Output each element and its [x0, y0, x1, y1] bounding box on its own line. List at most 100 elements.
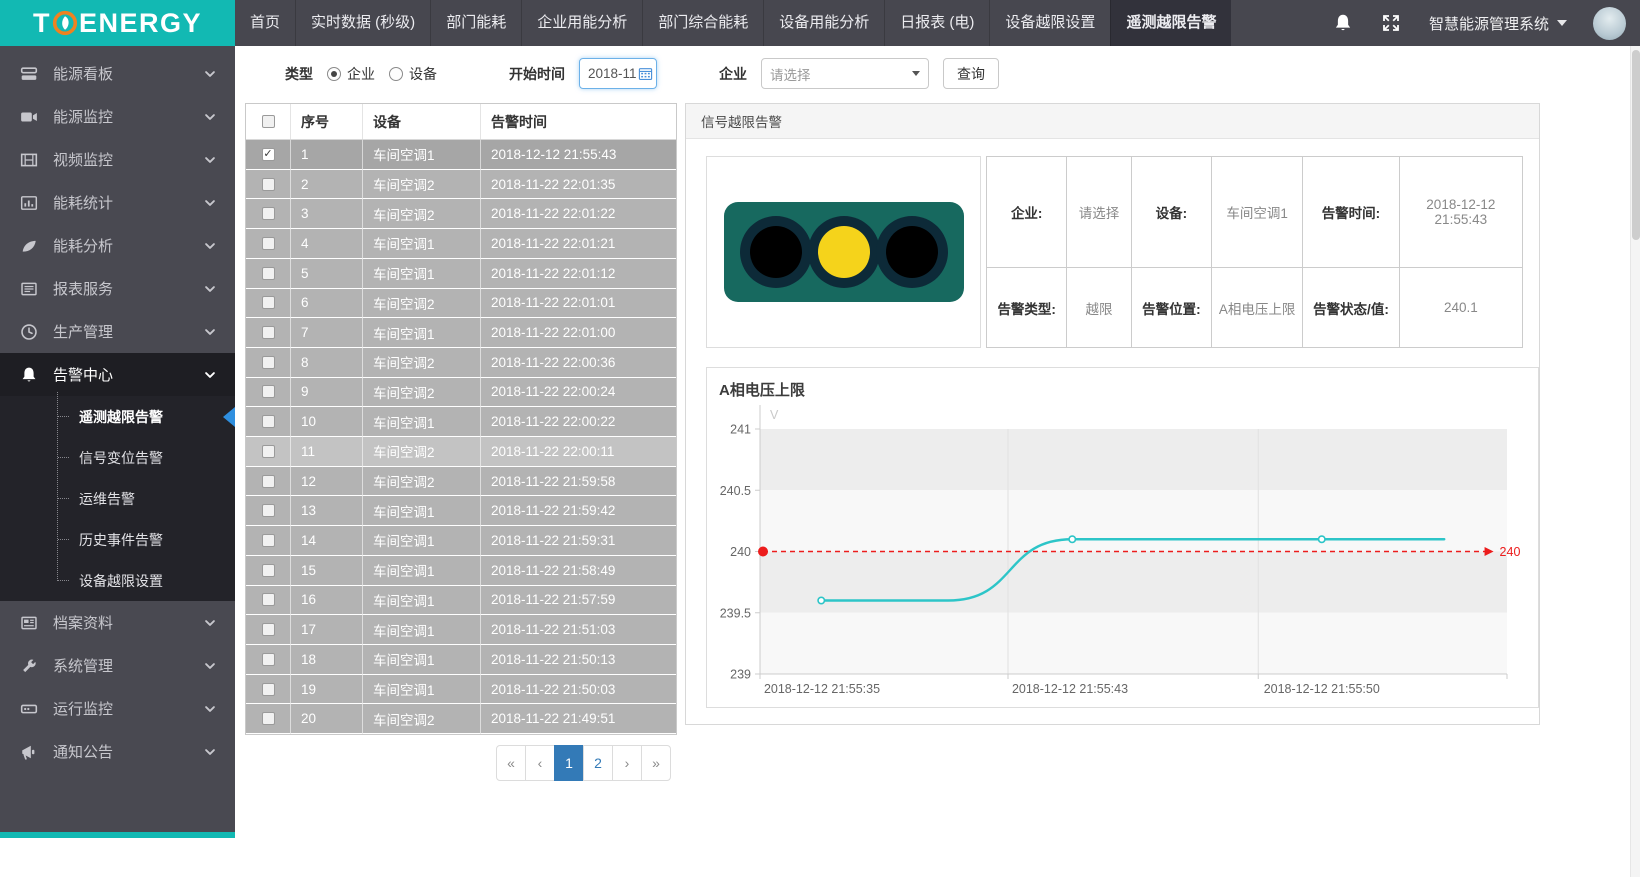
- page-button-2[interactable]: 2: [583, 745, 613, 781]
- cell-no: 6: [291, 289, 363, 319]
- row-checkbox[interactable]: [262, 415, 275, 428]
- sidebar-subitem-ops-alarm[interactable]: 运维告警: [0, 478, 235, 519]
- table-row[interactable]: 6车间空调22018-11-22 22:01:01: [246, 289, 676, 319]
- nav-item-device-energy-analysis[interactable]: 设备用能分析: [763, 0, 884, 46]
- page-scrollbar[interactable]: [1630, 46, 1640, 877]
- detail-panel-title: 信号越限告警: [701, 111, 782, 131]
- sidebar-item-energy-dashboard[interactable]: 能源看板: [0, 52, 235, 95]
- nav-item-device-limit-settings[interactable]: 设备越限设置: [989, 0, 1110, 46]
- row-checkbox[interactable]: [262, 207, 275, 220]
- row-checkbox[interactable]: [262, 564, 275, 577]
- table-row[interactable]: 12车间空调22018-11-22 21:59:58: [246, 467, 676, 497]
- table-row[interactable]: 18车间空调12018-11-22 21:50:13: [246, 645, 676, 675]
- row-checkbox[interactable]: [262, 504, 275, 517]
- sidebar-scrollbar[interactable]: [0, 832, 235, 838]
- sidebar-item-report-service[interactable]: 报表服务: [0, 267, 235, 310]
- table-row[interactable]: 3车间空调22018-11-22 22:01:22: [246, 199, 676, 229]
- sidebar-item-video-monitoring[interactable]: 视频监控: [0, 138, 235, 181]
- table-row[interactable]: 7车间空调12018-11-22 22:01:00: [246, 318, 676, 348]
- sidebar-subitem-history-event-alarm[interactable]: 历史事件告警: [0, 519, 235, 560]
- nav-item-telemetry-limit-alarm[interactable]: 遥测越限告警: [1110, 0, 1231, 46]
- alarm-table: 序号 设备 告警时间 ✓1车间空调12018-12-12 21:55:432车间…: [245, 103, 677, 735]
- row-checkbox[interactable]: [262, 237, 275, 250]
- page-button-1[interactable]: 1: [554, 745, 584, 781]
- start-time-input[interactable]: [579, 58, 657, 89]
- page-button-»[interactable]: »: [641, 745, 671, 781]
- row-checkbox[interactable]: [262, 296, 275, 309]
- type-radio-企业[interactable]: 企业: [327, 64, 375, 84]
- cell-device: 车间空调1: [363, 526, 481, 556]
- nav-item-realtime-data[interactable]: 实时数据 (秒级): [295, 0, 430, 46]
- radio-icon[interactable]: [327, 67, 341, 81]
- cell-device: 车间空调2: [363, 437, 481, 467]
- row-checkbox[interactable]: [262, 326, 275, 339]
- system-menu[interactable]: 智慧能源管理系统: [1429, 13, 1567, 34]
- fullscreen-icon[interactable]: [1381, 13, 1401, 33]
- cell-no: 10: [291, 407, 363, 437]
- row-checkbox[interactable]: [262, 623, 275, 636]
- nav-item-dept-comprehensive-energy[interactable]: 部门综合能耗: [642, 0, 763, 46]
- page-scrollbar-thumb[interactable]: [1632, 50, 1640, 240]
- table-row[interactable]: 13车间空调12018-11-22 21:59:42: [246, 496, 676, 526]
- row-checkbox[interactable]: [262, 712, 275, 725]
- nav-item-enterprise-energy-analysis[interactable]: 企业用能分析: [521, 0, 642, 46]
- start-time-value[interactable]: [588, 66, 638, 81]
- type-radio-设备[interactable]: 设备: [389, 64, 437, 84]
- page-button-«[interactable]: «: [496, 745, 526, 781]
- table-row[interactable]: 20车间空调22018-11-22 21:49:51: [246, 704, 676, 734]
- sidebar-item-archive-data[interactable]: 档案资料: [0, 601, 235, 644]
- select-all-checkbox[interactable]: [262, 115, 275, 128]
- row-checkbox[interactable]: [262, 475, 275, 488]
- nav-item-home[interactable]: 首页: [235, 0, 295, 46]
- cell-no: 1: [291, 140, 363, 170]
- row-checkbox[interactable]: ✓: [262, 148, 275, 161]
- sidebar-item-operation-monitoring[interactable]: 运行监控: [0, 687, 235, 730]
- row-checkbox[interactable]: [262, 385, 275, 398]
- table-row[interactable]: 16车间空调12018-11-22 21:57:59: [246, 586, 676, 616]
- device-info-value: 车间空调1: [1212, 157, 1303, 268]
- page-button-›[interactable]: ›: [612, 745, 642, 781]
- table-row[interactable]: 14车间空调12018-11-22 21:59:31: [246, 526, 676, 556]
- sidebar-item-system-management[interactable]: 系统管理: [0, 644, 235, 687]
- row-checkbox[interactable]: [262, 267, 275, 280]
- sidebar-item-energy-statistics[interactable]: 能耗统计: [0, 181, 235, 224]
- row-checkbox[interactable]: [262, 683, 275, 696]
- table-row[interactable]: 19车间空调12018-11-22 21:50:03: [246, 675, 676, 705]
- search-button[interactable]: 查询: [943, 58, 999, 89]
- enterprise-select[interactable]: 请选择: [761, 58, 929, 89]
- table-row[interactable]: ✓1车间空调12018-12-12 21:55:43: [246, 140, 676, 170]
- sidebar-item-alarm-center[interactable]: 告警中心: [0, 353, 235, 396]
- cell-no: 2: [291, 170, 363, 200]
- table-row[interactable]: 10车间空调12018-11-22 22:00:22: [246, 407, 676, 437]
- cell-device: 车间空调1: [363, 496, 481, 526]
- sidebar-item-energy-analysis[interactable]: 能耗分析: [0, 224, 235, 267]
- avatar[interactable]: [1593, 7, 1626, 40]
- table-row[interactable]: 11车间空调22018-11-22 22:00:11: [246, 437, 676, 467]
- row-checkbox[interactable]: [262, 653, 275, 666]
- row-checkbox[interactable]: [262, 593, 275, 606]
- calendar-icon[interactable]: [638, 66, 653, 81]
- table-row[interactable]: 9车间空调22018-11-22 22:00:24: [246, 378, 676, 408]
- row-checkbox[interactable]: [262, 534, 275, 547]
- nav-item-dept-energy[interactable]: 部门能耗: [430, 0, 521, 46]
- row-checkbox[interactable]: [262, 178, 275, 191]
- table-row[interactable]: 4车间空调12018-11-22 22:01:21: [246, 229, 676, 259]
- table-row[interactable]: 8车间空调22018-11-22 22:00:36: [246, 348, 676, 378]
- sidebar-submenu: 遥测越限告警信号变位告警运维告警历史事件告警设备越限设置: [0, 396, 235, 601]
- sidebar-subitem-device-limit-settings[interactable]: 设备越限设置: [0, 560, 235, 601]
- sidebar-item-energy-monitoring[interactable]: 能源监控: [0, 95, 235, 138]
- sidebar-item-notice-announcement[interactable]: 通知公告: [0, 730, 235, 773]
- sidebar-subitem-telemetry-limit-alarm[interactable]: 遥测越限告警: [0, 396, 235, 437]
- radio-icon[interactable]: [389, 67, 403, 81]
- table-row[interactable]: 2车间空调22018-11-22 22:01:35: [246, 170, 676, 200]
- table-row[interactable]: 15车间空调12018-11-22 21:58:49: [246, 556, 676, 586]
- row-checkbox[interactable]: [262, 445, 275, 458]
- sidebar-subitem-signal-change-alarm[interactable]: 信号变位告警: [0, 437, 235, 478]
- notification-bell-icon[interactable]: [1333, 13, 1353, 33]
- table-row[interactable]: 5车间空调12018-11-22 22:01:12: [246, 259, 676, 289]
- page-button-‹[interactable]: ‹: [525, 745, 555, 781]
- table-row[interactable]: 17车间空调12018-11-22 21:51:03: [246, 615, 676, 645]
- nav-item-daily-report-electric[interactable]: 日报表 (电): [884, 0, 989, 46]
- sidebar-item-production-management[interactable]: 生产管理: [0, 310, 235, 353]
- row-checkbox[interactable]: [262, 356, 275, 369]
